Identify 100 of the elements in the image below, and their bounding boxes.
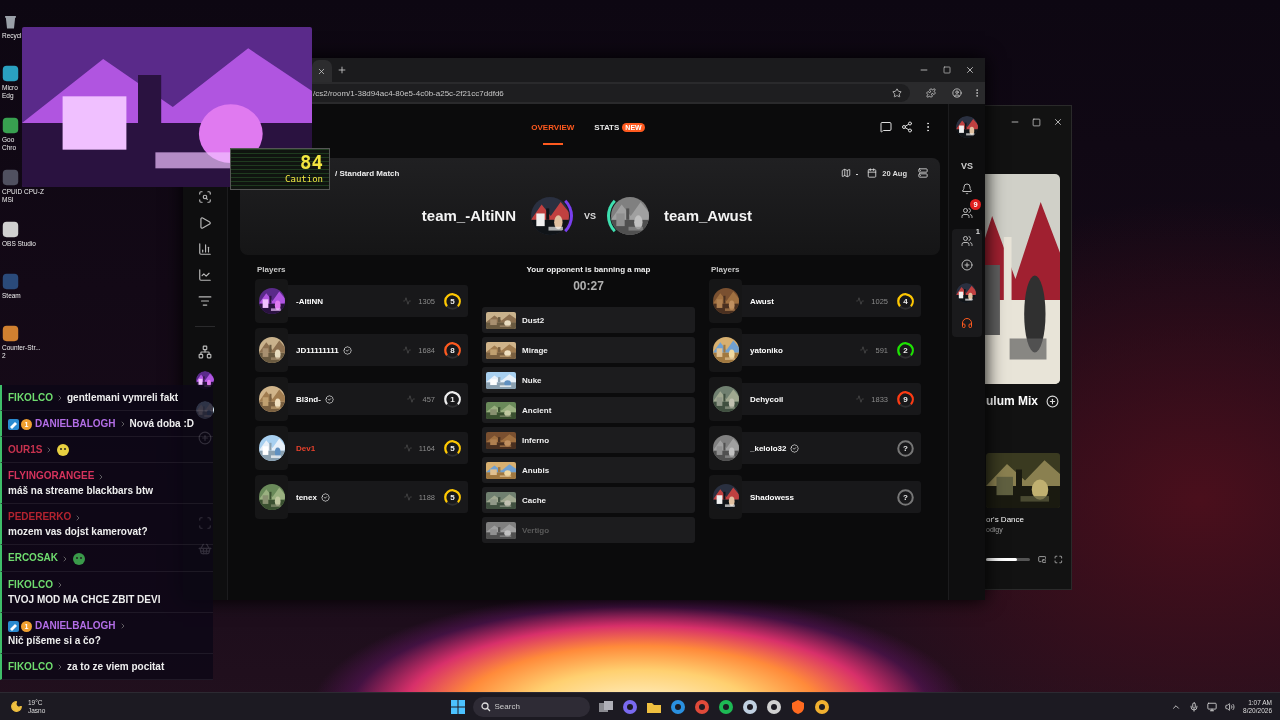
search-field[interactable]: Search <box>472 696 590 717</box>
skill-gauge-icon <box>896 487 915 507</box>
chat-username: DANIELBALOGH <box>35 619 116 631</box>
calendar-icon <box>867 168 878 178</box>
breadcrumb: / Standard Match <box>335 168 400 178</box>
app-icon[interactable] <box>741 698 758 715</box>
app-icon[interactable] <box>765 698 782 715</box>
app-icon[interactable] <box>717 698 734 715</box>
chat-message: TVOJ MOD MA CHCE ZBIT DEVI <box>8 592 161 607</box>
skill-level: 4 <box>903 296 908 306</box>
play-icon[interactable] <box>198 216 212 230</box>
emote-icon <box>56 443 71 458</box>
trend-icon <box>403 493 412 501</box>
chevron-icon <box>56 663 64 672</box>
countdown-timer: 00:27 <box>573 279 604 293</box>
volume-icon[interactable] <box>1225 701 1236 712</box>
network-icon[interactable] <box>1207 701 1218 712</box>
track-title: or's Dance <box>985 515 1025 524</box>
bar-chart-icon[interactable] <box>198 242 212 256</box>
chat-username: PEDERERKO <box>8 511 72 523</box>
maximize-icon[interactable] <box>1032 117 1041 127</box>
badge-icon <box>8 418 19 430</box>
list-icon[interactable] <box>198 294 212 308</box>
browser-icon[interactable] <box>693 698 710 715</box>
microphone-icon[interactable] <box>1189 701 1200 712</box>
chat-username: ERCOSAK <box>8 552 58 564</box>
trash-icon[interactable] <box>2 13 19 30</box>
server-icon <box>918 168 928 178</box>
map-option[interactable]: Mirage <box>482 337 695 363</box>
line-chart-icon[interactable] <box>198 268 212 282</box>
vs-label: VS <box>584 210 596 221</box>
map-option[interactable]: Inferno <box>482 427 695 453</box>
trend-icon <box>860 346 869 354</box>
veto-status: Your opponent is banning a map <box>526 265 651 274</box>
skill-gauge-icon <box>896 438 915 458</box>
share-icon[interactable] <box>901 121 913 133</box>
search-icon <box>480 701 491 712</box>
chat-username: FIKOLCO <box>8 660 53 672</box>
trend-icon <box>407 395 416 403</box>
fullscreen-icon[interactable] <box>1054 555 1063 564</box>
playlist-title: ulum Mix <box>986 394 1039 408</box>
profile-icon[interactable] <box>952 88 962 98</box>
trend-icon <box>403 444 412 452</box>
skill-level: ? <box>903 492 908 502</box>
player-name: -AltiNN <box>296 296 324 306</box>
map-option[interactable]: Nuke <box>482 367 695 393</box>
chat-username: OUR1S <box>8 444 43 455</box>
maximize-icon[interactable] <box>943 66 951 74</box>
map-option[interactable]: Anubis <box>482 457 695 483</box>
browser-tab[interactable] <box>312 60 332 82</box>
extensions-icon[interactable] <box>926 88 936 98</box>
close-icon[interactable] <box>317 66 326 76</box>
skill-gauge-icon <box>443 487 462 507</box>
player-name: tenex <box>296 492 317 502</box>
player-name: Bl3nd- <box>296 394 321 404</box>
task-view-icon[interactable] <box>597 698 614 715</box>
nav-tab[interactable]: OVERVIEW <box>531 104 575 150</box>
skill-level: 1 <box>450 394 455 404</box>
skill-level: 5 <box>450 296 455 306</box>
player-name: Dev1 <box>296 443 316 453</box>
map-option[interactable]: Dust2 <box>482 307 695 333</box>
vs-shortcut[interactable]: VS <box>961 161 973 171</box>
club-icon[interactable] <box>198 345 212 359</box>
chat-message: za to ze viem pocitat <box>67 659 165 674</box>
player-name: yatoniko <box>750 345 783 355</box>
chat-icon[interactable] <box>880 121 892 133</box>
skill-level: ? <box>903 443 908 453</box>
close-icon[interactable] <box>965 65 975 75</box>
start-icon[interactable] <box>450 699 465 714</box>
bookmark-icon[interactable] <box>892 88 902 98</box>
address-bar[interactable]: /cs2/room/1-38d94ac4-80e5-4c0b-a25c-2f21cc7ddfd6 <box>312 84 910 102</box>
add-icon[interactable] <box>1046 394 1059 408</box>
map-option[interactable]: Cache <box>482 487 695 513</box>
team-name: team_Awust <box>664 207 753 224</box>
new-tab-icon[interactable] <box>337 65 347 75</box>
skill-gauge-icon <box>896 389 915 409</box>
badge-icon <box>8 620 19 632</box>
chat-message: Nová doba :D <box>129 417 194 431</box>
section-heading: Players <box>711 265 741 274</box>
skill-gauge-icon <box>443 340 462 360</box>
player-name: _kelolo32 <box>750 443 787 453</box>
skill-gauge-icon <box>443 291 462 311</box>
skill-level: 5 <box>450 492 455 502</box>
trend-icon <box>856 395 865 403</box>
map-option[interactable]: Ancient <box>482 397 695 423</box>
app-icon[interactable] <box>813 698 830 715</box>
trend-icon <box>403 297 412 305</box>
emote-icon <box>72 551 86 566</box>
weather-icon[interactable] <box>10 700 23 713</box>
search-icon[interactable] <box>198 190 212 204</box>
user-avatar[interactable] <box>956 116 978 138</box>
close-icon[interactable] <box>1053 117 1063 127</box>
shield-icon[interactable] <box>789 698 806 715</box>
player-name: Awust <box>750 296 774 306</box>
temperature-status: Caution <box>285 173 323 185</box>
mini-player-icon[interactable] <box>1037 555 1047 564</box>
chat-username: FLYINGORANGEE <box>8 470 95 482</box>
browser-icon[interactable] <box>669 698 686 715</box>
chat-message: gentlemani vymreli fakt <box>67 391 179 405</box>
chat-username: FIKOLCO <box>8 578 53 590</box>
